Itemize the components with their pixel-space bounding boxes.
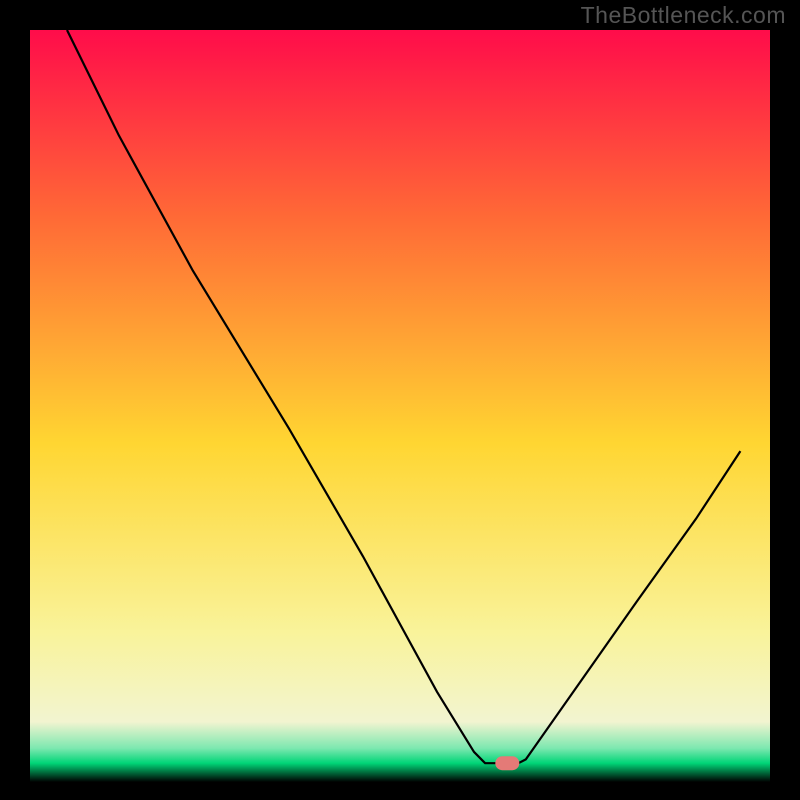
chart-frame: TheBottleneck.com <box>0 0 800 800</box>
watermark-label: TheBottleneck.com <box>581 2 786 29</box>
bottleneck-chart <box>0 0 800 800</box>
plot-background <box>30 30 770 782</box>
optimal-point-marker <box>495 756 519 770</box>
